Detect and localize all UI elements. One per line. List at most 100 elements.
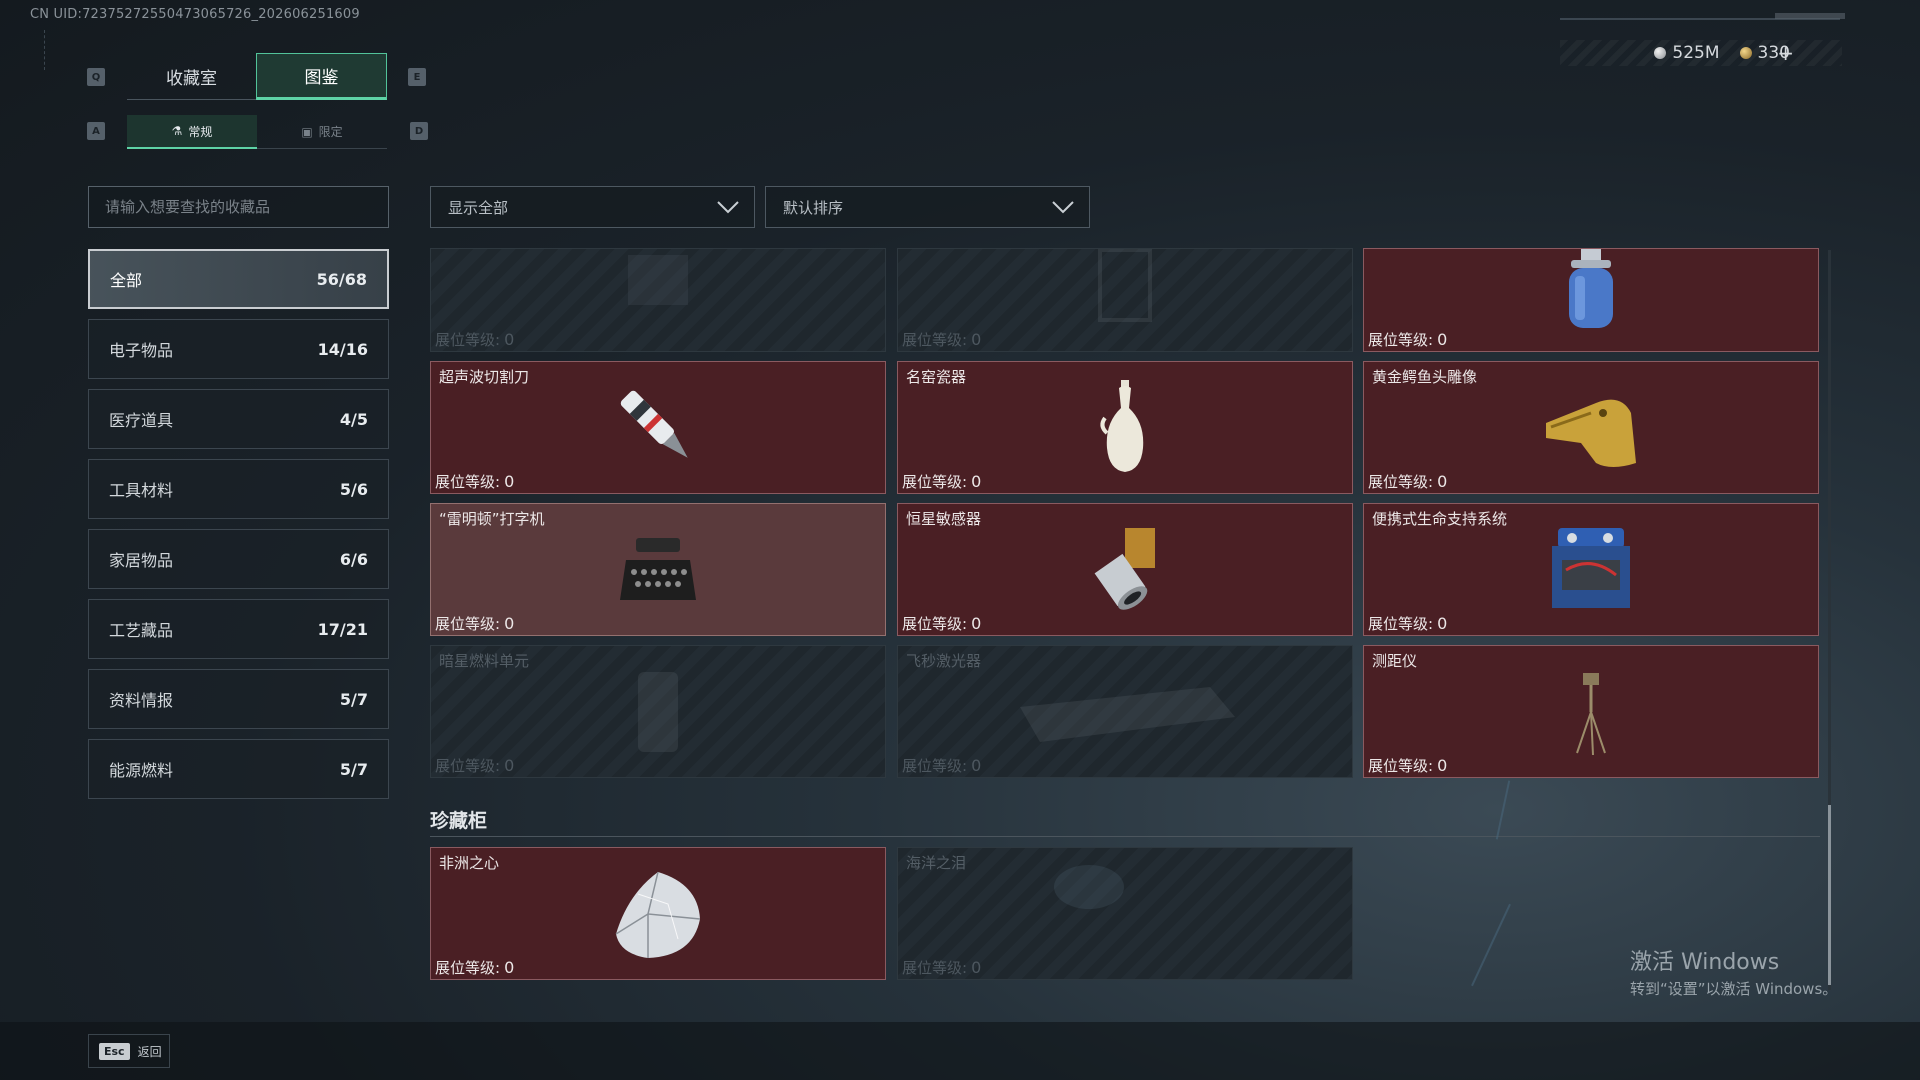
sort-dropdown-value: 默认排序 xyxy=(783,198,844,217)
category-list: 全部 56/68 电子物品 14/16 医疗道具 4/5 工具材料 5/6 家居物品 6/… xyxy=(88,249,389,809)
item-name: 海洋之泪 xyxy=(906,854,967,872)
silver-currency: 525M xyxy=(1654,43,1720,63)
level-label: 展位等级: 0 xyxy=(435,756,515,775)
level-label: 展位等级: 0 xyxy=(902,614,982,633)
grid-scrollbar[interactable] xyxy=(1828,250,1831,990)
item-name: 黄金鳄鱼头雕像 xyxy=(1372,368,1478,386)
category-crafts[interactable]: 工艺藏品 17/21 xyxy=(88,599,389,659)
category-label: 电子物品 xyxy=(109,341,174,360)
flask-icon: ⚗ xyxy=(171,124,183,138)
category-count: 5/7 xyxy=(339,759,368,779)
watermark-title: 激活 Windows xyxy=(1630,950,1780,975)
category-intel[interactable]: 资料情报 5/7 xyxy=(88,669,389,729)
device-icon xyxy=(628,254,688,305)
gold-coin-icon xyxy=(1739,47,1752,59)
item-name: “雷明顿”打字机 xyxy=(439,510,545,528)
level-label: 展位等级: 0 xyxy=(902,756,982,775)
collection-card[interactable]: 飞秒激光器 展位等级: 0 xyxy=(897,645,1353,778)
category-count: 56/68 xyxy=(316,269,367,289)
croc-statue-icon xyxy=(1546,399,1636,467)
diamond-icon xyxy=(615,871,701,958)
level-label: 展位等级: 0 xyxy=(435,958,515,977)
category-count: 14/16 xyxy=(317,339,368,359)
image-icon: ▣ xyxy=(301,124,313,139)
cabinet-card[interactable]: 海洋之泪 展位等级: 0 xyxy=(897,847,1353,980)
collection-card[interactable]: 超声波切割刀 展位等级: 0 xyxy=(430,361,886,494)
top-strip-marker xyxy=(1775,13,1845,19)
fuel-cell-icon xyxy=(638,671,678,752)
category-all[interactable]: 全部 56/68 xyxy=(88,249,389,309)
category-household[interactable]: 家居物品 6/6 xyxy=(88,529,389,589)
category-label: 工具材料 xyxy=(109,481,174,500)
level-label: 展位等级: 0 xyxy=(435,330,515,349)
filter-dropdown[interactable]: 显示全部 xyxy=(430,186,755,228)
category-energy[interactable]: 能源燃料 5/7 xyxy=(88,739,389,799)
level-label: 展位等级: 0 xyxy=(435,614,515,633)
chevron-down-icon xyxy=(1052,201,1074,214)
subtab-limited[interactable]: ▣ 限定 xyxy=(257,115,387,149)
section-divider xyxy=(430,836,1820,837)
tab-collection-room[interactable]: 收藏室 xyxy=(127,53,256,100)
cabinet-card[interactable]: 非洲之心 展位等级: 0 xyxy=(430,847,886,980)
category-label: 全部 xyxy=(110,271,143,290)
search-input[interactable] xyxy=(88,186,389,228)
collection-card[interactable]: 恒星敏感器 展位等级: 0 xyxy=(897,503,1353,636)
back-button[interactable]: Esc 返回 xyxy=(88,1034,170,1068)
level-label: 展位等级: 0 xyxy=(1368,614,1448,633)
item-name: 飞秒激光器 xyxy=(906,652,982,670)
item-name: 名窑瓷器 xyxy=(906,368,967,386)
filter-dropdown-value: 显示全部 xyxy=(448,198,509,217)
collection-card[interactable]: 黄金鳄鱼头雕像 展位等级: 0 xyxy=(1363,361,1819,494)
level-label: 展位等级: 0 xyxy=(902,472,982,491)
star-sensor-icon xyxy=(1094,527,1155,610)
category-label: 工艺藏品 xyxy=(109,621,174,640)
collection-card[interactable]: 测距仪 展位等级: 0 xyxy=(1363,645,1819,778)
collection-card[interactable]: 展位等级: 0 xyxy=(430,248,886,352)
tripod-icon xyxy=(1576,672,1606,755)
collection-card[interactable]: 便携式生命支持系统 展位等级: 0 xyxy=(1363,503,1819,636)
level-label: 展位等级: 0 xyxy=(902,330,982,349)
category-medical[interactable]: 医疗道具 4/5 xyxy=(88,389,389,449)
level-label: 展位等级: 0 xyxy=(902,958,982,977)
category-label: 医疗道具 xyxy=(109,411,174,430)
main-tabs: 收藏室 图鉴 xyxy=(127,53,387,100)
footer-bar xyxy=(0,1022,1920,1080)
subtab-regular-label: 常规 xyxy=(188,124,213,139)
cutter-icon xyxy=(620,390,688,458)
corner-decoration xyxy=(44,30,51,70)
life-support-icon xyxy=(1552,527,1630,608)
sort-dropdown[interactable]: 默认排序 xyxy=(765,186,1090,228)
collection-card[interactable]: 名窑瓷器 展位等级: 0 xyxy=(897,361,1353,494)
category-label: 家居物品 xyxy=(109,551,174,570)
key-hint-a: A xyxy=(87,122,105,140)
cabinet-section-title: 珍藏柜 xyxy=(430,810,488,832)
category-count: 4/5 xyxy=(339,409,368,429)
collection-card[interactable]: 暗星燃料单元 展位等级: 0 xyxy=(430,645,886,778)
collection-card[interactable]: 展位等级: 0 xyxy=(1363,248,1819,352)
currency-bar: 525M 330 + xyxy=(1560,40,1842,66)
level-label: 展位等级: 0 xyxy=(435,472,515,491)
category-tools[interactable]: 工具材料 5/6 xyxy=(88,459,389,519)
subtab-regular[interactable]: ⚗ 常规 xyxy=(127,115,257,149)
key-hint-q: Q xyxy=(87,68,105,86)
gem-icon xyxy=(1053,865,1124,910)
key-hint-e: E xyxy=(408,68,426,86)
category-count: 17/21 xyxy=(317,619,368,639)
silver-coin-icon xyxy=(1654,47,1667,59)
item-name: 超声波切割刀 xyxy=(439,368,530,386)
tab-catalog[interactable]: 图鉴 xyxy=(256,53,387,100)
sub-tabs: ⚗ 常规 ▣ 限定 xyxy=(127,115,387,149)
collection-card[interactable]: 展位等级: 0 xyxy=(897,248,1353,352)
item-name: 便携式生命支持系统 xyxy=(1372,510,1508,528)
category-electronics[interactable]: 电子物品 14/16 xyxy=(88,319,389,379)
collection-card[interactable]: “雷明顿”打字机 展位等级: 0 xyxy=(430,503,886,636)
vase-icon xyxy=(1100,379,1144,472)
category-count: 5/6 xyxy=(339,479,368,499)
level-label: 展位等级: 0 xyxy=(1368,330,1448,349)
category-count: 6/6 xyxy=(339,549,368,569)
category-count: 5/7 xyxy=(339,689,368,709)
add-currency-button[interactable]: + xyxy=(1777,40,1794,66)
watermark-subtitle: 转到“设置”以激活 Windows。 xyxy=(1630,980,1838,998)
level-label: 展位等级: 0 xyxy=(1368,472,1448,491)
cabinet-icon xyxy=(1098,249,1152,322)
